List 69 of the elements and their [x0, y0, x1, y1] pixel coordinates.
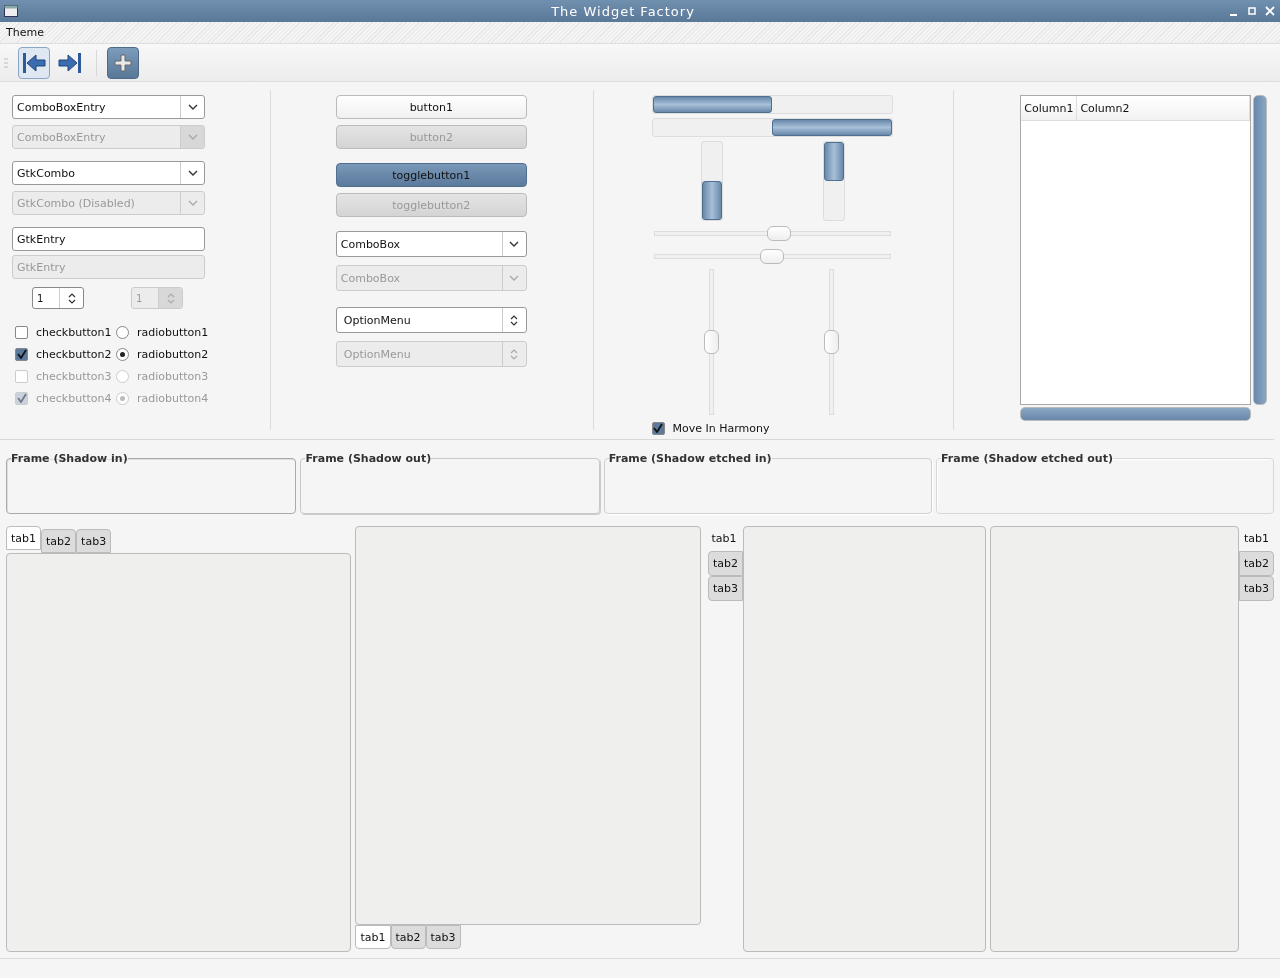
tab[interactable]: tab1 [355, 925, 391, 949]
window-icon [4, 5, 18, 17]
checkbox[interactable] [15, 347, 28, 361]
plus-icon [113, 52, 133, 73]
checkmark-icon [16, 393, 27, 403]
checkmark-icon [16, 349, 27, 359]
radio-label: radiobutton1 [137, 325, 209, 339]
chevron-down-icon [509, 241, 520, 247]
tab[interactable]: tab2 [390, 925, 426, 949]
option-menu[interactable]: OptionMenu [335, 307, 527, 333]
chevron-down-icon [187, 134, 198, 140]
spin-button[interactable]: 1 [32, 287, 84, 309]
slider-thumb[interactable] [760, 249, 785, 264]
tab[interactable]: tab3 [707, 576, 743, 601]
checkbox-label: checkbutton4 [36, 391, 113, 405]
column-header[interactable]: Column1 [1021, 96, 1078, 120]
column-header[interactable]: Column2 [1077, 96, 1251, 120]
text-entry-field[interactable]: GtkEntry [12, 227, 205, 251]
radio-label: radiobutton2 [137, 347, 209, 361]
combo-field[interactable]: GtkCombo [12, 161, 205, 185]
radio-button[interactable] [116, 347, 129, 361]
arrow-to-bar-left-icon [22, 51, 46, 74]
slider-thumb[interactable] [767, 226, 792, 241]
push-button[interactable]: button1 [335, 95, 527, 119]
combo-box[interactable]: ComboBox [335, 231, 527, 257]
tab[interactable]: tab3 [76, 529, 112, 553]
chevron-down-icon [187, 104, 198, 110]
tab[interactable]: tab1 [704, 526, 743, 551]
combo-box-entry[interactable]: ComboBoxEntry [12, 95, 205, 119]
radio-label: radiobutton4 [137, 391, 209, 405]
chevron-down-icon [509, 275, 520, 281]
frame-label: Frame (Shadow in) [11, 452, 128, 465]
checkbox-label: checkbutton1 [36, 325, 113, 339]
radio-label: radiobutton3 [137, 369, 209, 383]
arrow-to-bar-right-icon [58, 51, 82, 74]
tab[interactable]: tab1 [1238, 526, 1274, 551]
close-icon[interactable] [1264, 5, 1276, 17]
toggle-button[interactable]: togglebutton1 [335, 163, 527, 187]
window-title: The Widget Factory [550, 3, 696, 19]
checkmark-icon [653, 423, 664, 433]
up-down-arrows-icon [510, 313, 519, 327]
chevron-down-icon [187, 200, 198, 206]
toolbar-button[interactable] [18, 46, 50, 79]
tab[interactable]: tab3 [425, 925, 461, 949]
vertical-scrollbar[interactable] [1253, 95, 1268, 405]
up-down-arrows-icon [510, 347, 519, 361]
toolbar-button[interactable] [107, 46, 139, 79]
menu-item[interactable]: Theme [0, 26, 50, 39]
frame-label: Frame (Shadow etched out) [941, 452, 1113, 465]
frame-label: Frame (Shadow out) [305, 452, 432, 465]
slider-thumb[interactable] [703, 330, 719, 354]
chevron-down-icon [187, 170, 198, 176]
checkbox[interactable] [651, 421, 665, 435]
checkbox-label: checkbutton2 [36, 347, 113, 361]
slider-thumb[interactable] [823, 330, 839, 354]
tab[interactable]: tab2 [707, 551, 743, 576]
tab[interactable]: tab2 [1238, 551, 1274, 576]
tab[interactable]: tab2 [41, 529, 77, 553]
checkbox[interactable] [15, 325, 28, 339]
tab[interactable]: tab3 [1238, 576, 1274, 601]
tab[interactable]: tab1 [6, 526, 42, 550]
checkbox-label: Move In Harmony [672, 421, 770, 435]
frame-label: Frame (Shadow etched in) [608, 452, 772, 465]
horizontal-scrollbar[interactable] [1020, 407, 1252, 421]
up-down-arrows-icon [166, 291, 175, 305]
checkbox-label: checkbutton3 [36, 369, 113, 383]
radio-button[interactable] [116, 325, 129, 339]
up-down-arrows-icon [67, 291, 76, 305]
maximize-icon[interactable] [1246, 5, 1258, 17]
